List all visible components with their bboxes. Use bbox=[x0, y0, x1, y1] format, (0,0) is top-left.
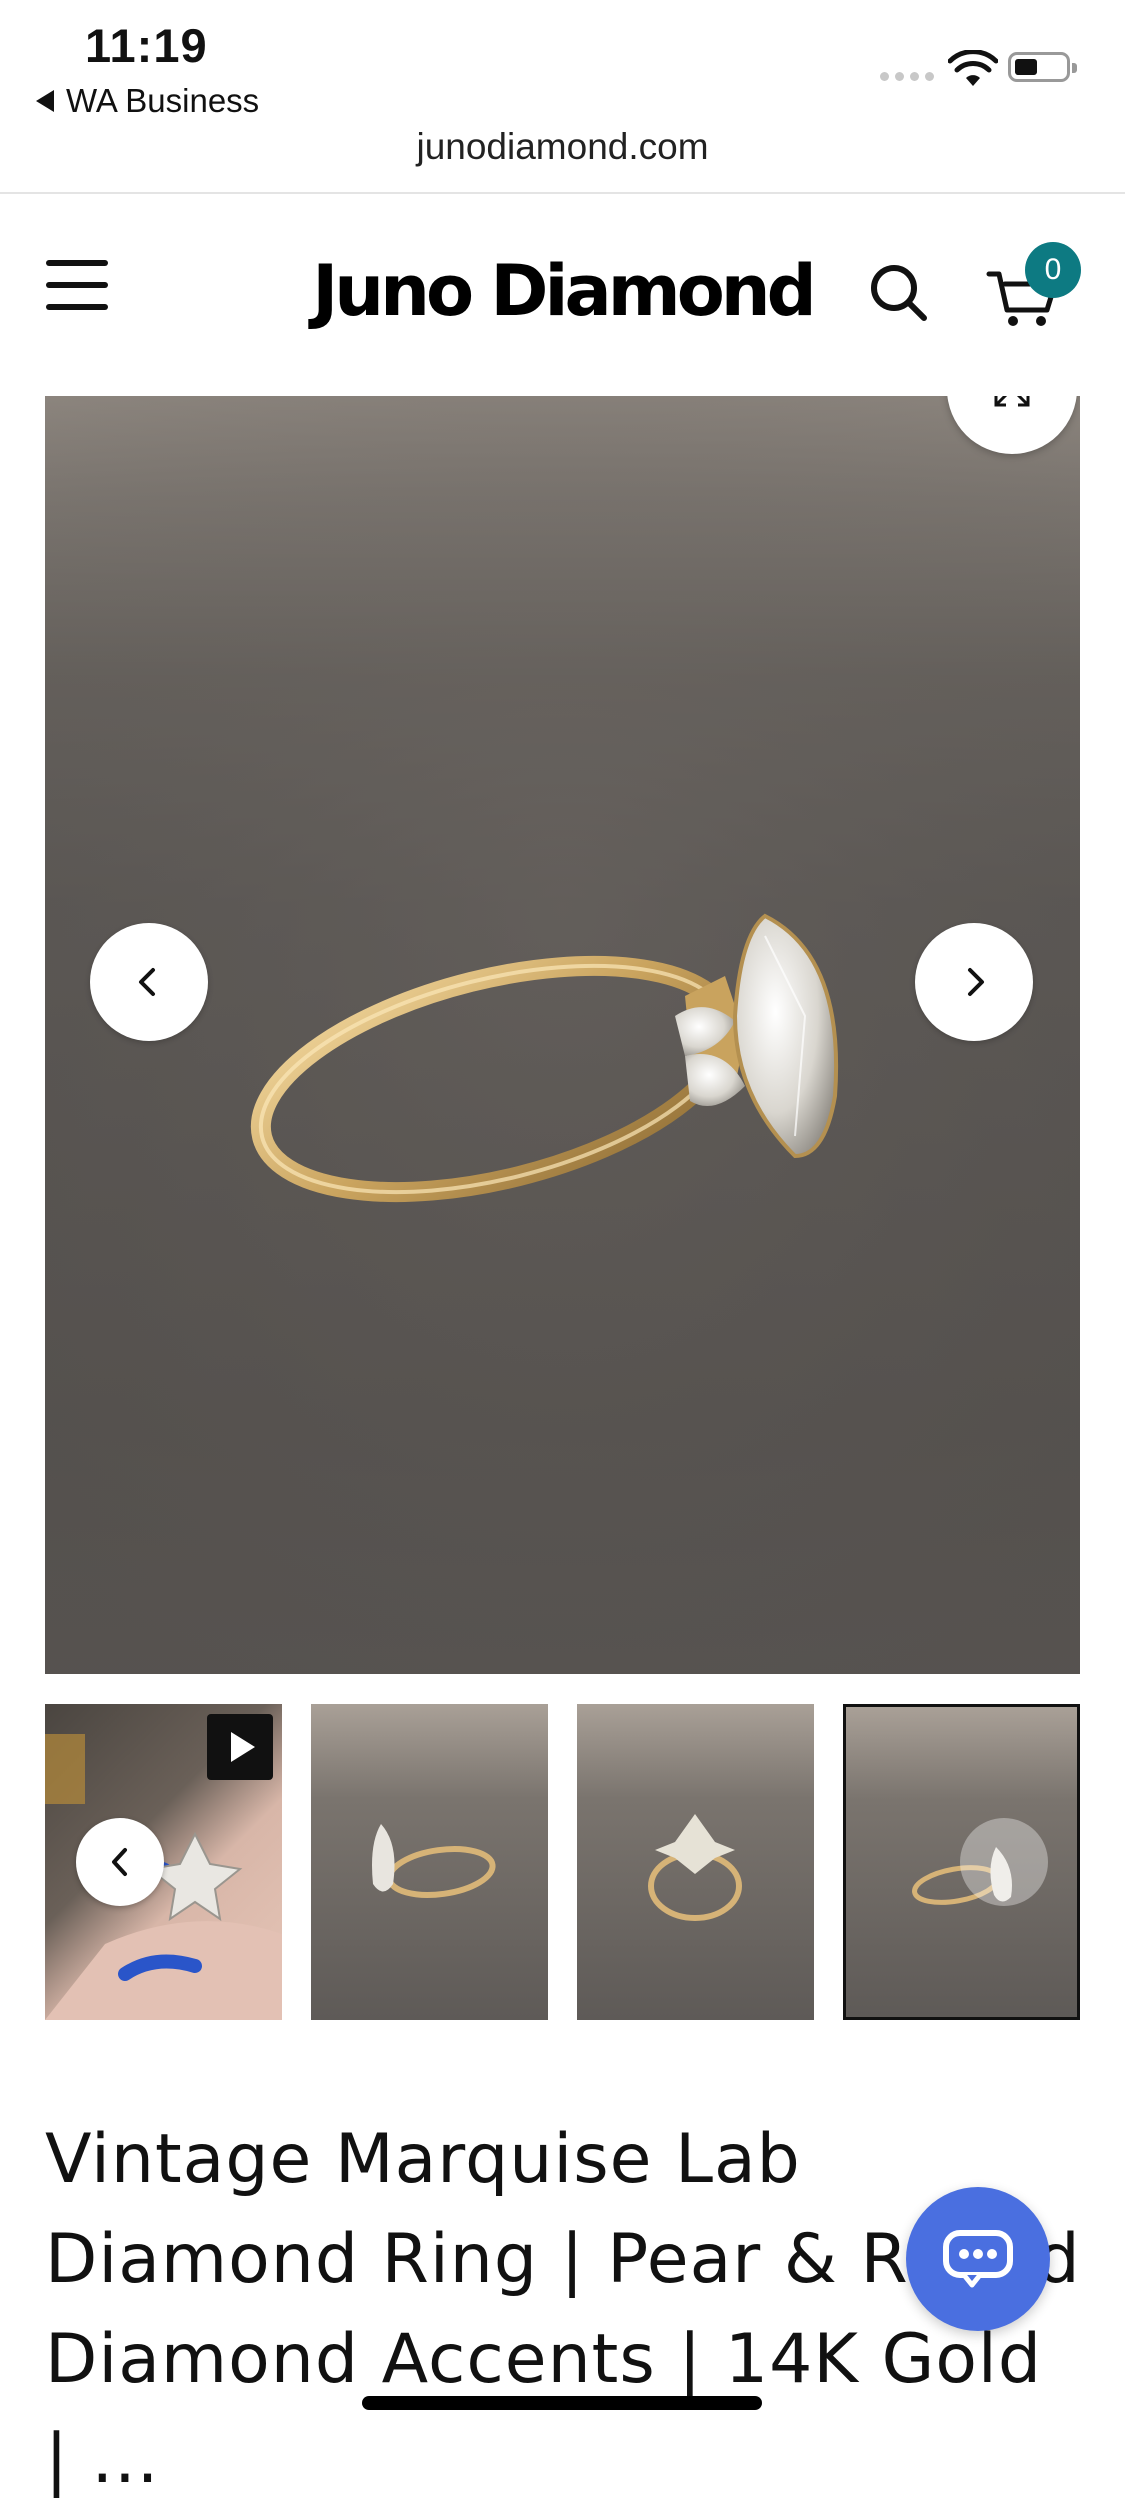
chat-bubble-icon bbox=[943, 2230, 1013, 2288]
play-video-button[interactable] bbox=[207, 1714, 273, 1780]
home-indicator[interactable] bbox=[362, 2396, 762, 2410]
back-app-label: WA Business bbox=[66, 82, 260, 119]
chevron-right-icon bbox=[968, 968, 984, 996]
wifi-icon bbox=[948, 50, 998, 86]
chat-widget-button[interactable] bbox=[906, 2187, 1050, 2331]
thumbnail-image-2[interactable] bbox=[311, 1704, 548, 2020]
ring-thumbnail-image bbox=[648, 1814, 742, 1921]
cart-count-badge[interactable]: 0 bbox=[1025, 242, 1081, 298]
cellular-signal-icon bbox=[880, 72, 934, 81]
thumbnails-prev-button[interactable] bbox=[76, 1818, 164, 1906]
back-triangle-icon bbox=[36, 90, 54, 112]
expand-icon bbox=[994, 396, 1030, 407]
url-bar[interactable]: junodiamond.com bbox=[0, 126, 1125, 168]
chevron-left-icon bbox=[112, 1848, 127, 1876]
gallery-prev-button[interactable] bbox=[90, 923, 208, 1041]
search-icon[interactable] bbox=[868, 262, 930, 324]
site-header: Juno Diamond 0 bbox=[0, 194, 1125, 394]
chevron-left-icon bbox=[139, 968, 155, 996]
thumbnails-next-button[interactable] bbox=[960, 1818, 1048, 1906]
gallery-next-button[interactable] bbox=[915, 923, 1033, 1041]
battery-icon bbox=[1008, 52, 1077, 82]
main-product-image[interactable] bbox=[45, 396, 1080, 1674]
site-logo[interactable]: Juno Diamond bbox=[0, 250, 1125, 332]
status-bar: 11:19 WA Business junodiamond.com bbox=[0, 0, 1125, 194]
back-to-app-link[interactable]: WA Business bbox=[36, 82, 259, 120]
ring-image bbox=[45, 396, 1080, 1674]
ring-thumbnail-image bbox=[372, 1824, 496, 1898]
status-time: 11:19 bbox=[85, 19, 208, 72]
play-icon bbox=[231, 1732, 255, 1762]
thumbnail-image-3[interactable] bbox=[577, 1704, 814, 2020]
